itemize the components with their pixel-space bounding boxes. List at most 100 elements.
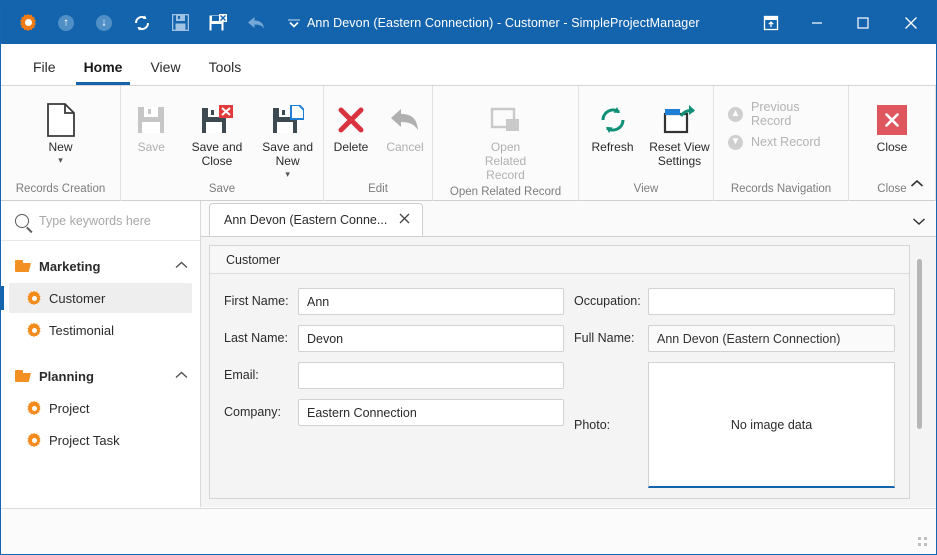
save-and-close-button[interactable]: Save and Close xyxy=(182,94,253,168)
email-label: Email: xyxy=(224,368,259,382)
chevron-up-icon[interactable] xyxy=(175,370,188,382)
nav-group-marketing[interactable]: Marketing xyxy=(1,251,200,281)
search-input[interactable] xyxy=(37,212,202,229)
document-tab-label: Ann Devon (Eastern Conne... xyxy=(224,212,388,227)
new-document-icon xyxy=(46,100,75,140)
previous-record-label: Previous Record xyxy=(751,100,800,128)
email-field[interactable] xyxy=(298,362,564,389)
sidebar-item-project-task[interactable]: Project Task xyxy=(9,425,192,455)
sidebar-item-testimonial[interactable]: Testimonial xyxy=(9,315,192,345)
ribbon-group-view: Refresh Reset View Settings View xyxy=(579,86,714,201)
scrollbar-thumb[interactable] xyxy=(917,259,922,429)
save-and-close-icon[interactable] xyxy=(205,10,231,36)
cancel-button: Cancel xyxy=(378,94,432,166)
new-button[interactable]: New ▾ xyxy=(25,94,97,166)
gear-icon xyxy=(27,291,41,305)
occupation-label: Occupation: xyxy=(574,294,641,308)
form-row-photo: Photo: No image data xyxy=(574,362,895,488)
refresh-icon[interactable] xyxy=(129,10,155,36)
restore-layout-icon[interactable] xyxy=(748,1,794,44)
form-body: First Name: Last Name: Email: xyxy=(210,274,909,498)
save-and-new-chevron-down-icon[interactable]: ▾ xyxy=(285,169,290,179)
customize-qat-icon[interactable] xyxy=(281,10,307,36)
ribbon-group-label-records-creation: Records Creation xyxy=(15,183,106,195)
delete-x-icon xyxy=(336,100,366,140)
arrow-down-circle-icon: ▼ xyxy=(728,134,743,150)
arrow-up-circle-icon[interactable]: ↑ xyxy=(53,10,79,36)
document-tab-strip: Ann Devon (Eastern Conne... xyxy=(201,201,936,237)
title-bar: ↑ ↓ Ann Devon (Eastern Connection) - Cus… xyxy=(1,1,936,44)
main-area: Marketing Customer Testimonial xyxy=(1,201,936,507)
navigation-sidebar: Marketing Customer Testimonial xyxy=(1,201,202,507)
folder-icon xyxy=(15,370,31,382)
chevron-up-icon[interactable] xyxy=(175,260,188,272)
delete-button[interactable]: Delete xyxy=(324,94,378,166)
photo-empty-text: No image data xyxy=(730,417,813,432)
tab-home[interactable]: Home xyxy=(70,49,137,85)
form-row-first-name: First Name: xyxy=(224,288,564,315)
search-icon xyxy=(15,213,29,228)
last-name-field[interactable] xyxy=(298,325,564,352)
arrow-up-circle-icon: ▲ xyxy=(728,106,743,122)
cancel-button-label: Cancel xyxy=(386,140,424,154)
ribbon-group-records-navigation: ▲ Previous Record ▼ Next Record Records … xyxy=(714,86,849,201)
full-name-label: Full Name: xyxy=(574,331,635,345)
app-gear-icon[interactable] xyxy=(15,10,41,36)
save-and-close-icon xyxy=(201,100,233,140)
gear-icon xyxy=(27,433,41,447)
photo-box[interactable]: No image data xyxy=(648,362,895,488)
reset-view-settings-button[interactable]: Reset View Settings xyxy=(646,94,713,168)
next-record-label: Next Record xyxy=(751,135,821,149)
tab-view[interactable]: View xyxy=(136,49,194,85)
form-column-right: Occupation: Full Name: Photo: No image xyxy=(564,288,895,488)
new-button-label: New xyxy=(48,140,73,154)
close-record-button[interactable]: Close xyxy=(861,94,923,166)
occupation-field[interactable] xyxy=(648,288,895,315)
document-tab-customer[interactable]: Ann Devon (Eastern Conne... xyxy=(209,203,424,236)
sidebar-item-customer[interactable]: Customer xyxy=(1,283,192,313)
save-and-close-button-label: Save and Close xyxy=(191,140,243,168)
minimize-button[interactable] xyxy=(794,1,840,44)
save-and-new-button[interactable]: Save and New ▾ xyxy=(252,94,323,179)
sidebar-item-project[interactable]: Project xyxy=(9,393,192,423)
collapse-ribbon-button[interactable] xyxy=(904,172,930,196)
undo-icon[interactable] xyxy=(243,10,269,36)
save-and-new-button-label: Save and New xyxy=(262,140,313,168)
form-vertical-scrollbar[interactable] xyxy=(912,245,928,499)
form-row-email: Email: xyxy=(224,362,564,389)
nav-group-planning[interactable]: Planning xyxy=(1,361,200,391)
form-column-left: First Name: Last Name: Email: xyxy=(224,288,564,488)
ribbon-group-label-edit: Edit xyxy=(368,183,388,195)
ribbon-group-open-related-record: Open Related Record Open Related Record xyxy=(433,86,579,201)
navigation-tree: Marketing Customer Testimonial Planning … xyxy=(1,241,200,457)
refresh-icon xyxy=(598,100,628,140)
status-bar xyxy=(1,508,936,554)
sidebar-search-row xyxy=(1,201,202,241)
tab-close-icon[interactable] xyxy=(397,212,412,227)
refresh-button[interactable]: Refresh xyxy=(579,94,646,166)
maximize-button[interactable] xyxy=(840,1,886,44)
cancel-undo-icon xyxy=(389,100,421,140)
close-button[interactable] xyxy=(886,1,936,44)
first-name-field[interactable] xyxy=(298,288,564,315)
arrow-down-circle-icon[interactable]: ↓ xyxy=(91,10,117,36)
ribbon: New ▾ Records Creation Save Save and Clo… xyxy=(1,86,936,201)
sidebar-item-testimonial-label: Testimonial xyxy=(49,322,115,338)
ribbon-group-edit: Delete Cancel Edit xyxy=(324,86,433,201)
window-title: Ann Devon (Eastern Connection) - Custome… xyxy=(307,15,700,30)
tab-tools[interactable]: Tools xyxy=(195,49,256,85)
ribbon-group-label-save: Save xyxy=(208,183,236,195)
full-name-field[interactable] xyxy=(648,325,895,352)
resize-grip[interactable] xyxy=(918,537,930,549)
save-icon[interactable] xyxy=(167,10,193,36)
customer-form-panel: Customer First Name: Last Name: xyxy=(209,245,910,499)
delete-button-label: Delete xyxy=(333,140,369,154)
save-and-new-icon xyxy=(272,100,304,140)
new-button-chevron-down-icon[interactable]: ▾ xyxy=(58,155,63,165)
company-field[interactable] xyxy=(298,399,564,426)
open-related-record-icon xyxy=(490,100,522,140)
tab-list-chevron-down-icon[interactable] xyxy=(912,215,926,229)
company-label: Company: xyxy=(224,405,281,419)
folder-icon xyxy=(15,260,31,272)
tab-file[interactable]: File xyxy=(19,49,70,85)
